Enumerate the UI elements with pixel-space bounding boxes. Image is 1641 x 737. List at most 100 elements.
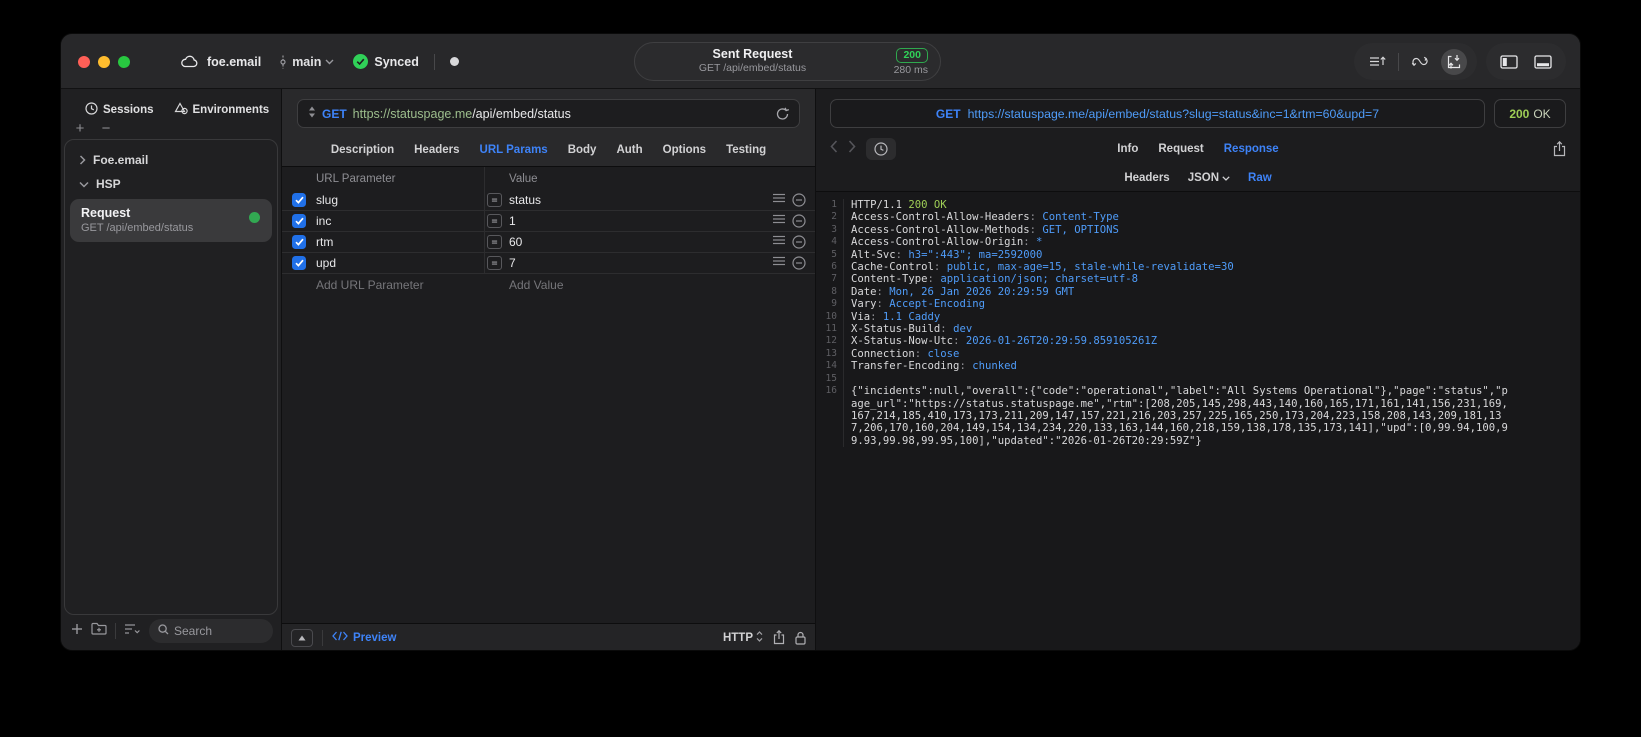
- response-body[interactable]: 1 HTTP/1.1 200 OK 2 Access-Control-Allow-He…: [816, 191, 1580, 650]
- param-enabled-checkbox[interactable]: [292, 256, 306, 270]
- close-window-button[interactable]: [78, 56, 90, 68]
- url-path: /api/embed/status: [472, 106, 571, 121]
- request-tab-description[interactable]: Description: [331, 144, 394, 156]
- request-url[interactable]: https://statuspage.me/api/embed/status: [353, 107, 571, 121]
- request-url-bar[interactable]: GET https://statuspage.me/api/embed/stat…: [297, 99, 800, 128]
- request-tab-url-params[interactable]: URL Params: [480, 144, 548, 156]
- row-options-icon[interactable]: [773, 214, 785, 228]
- row-options-icon[interactable]: [773, 193, 785, 207]
- preview-button[interactable]: Preview: [332, 631, 396, 644]
- method-selector-icon[interactable]: [308, 106, 316, 121]
- sidebar: Sessions Environments + − Foe.email HSP: [61, 89, 282, 650]
- param-name-field[interactable]: rtm: [316, 235, 484, 249]
- remove-session-button[interactable]: −: [99, 121, 113, 136]
- tab-sessions[interactable]: Sessions: [85, 102, 154, 118]
- remove-row-icon[interactable]: [792, 214, 806, 228]
- collapse-panel-button[interactable]: [291, 628, 313, 647]
- response-subtabs: Headers JSON Raw: [816, 164, 1580, 191]
- param-name-field[interactable]: slug: [316, 193, 484, 207]
- response-line: 8 Date: Mon, 26 Jan 2026 20:29:59 GMT: [816, 285, 1580, 299]
- sent-request-subtitle: GET /api/embed/status: [698, 62, 807, 74]
- add-session-button[interactable]: +: [73, 121, 87, 136]
- back-chevron-icon[interactable]: [830, 139, 838, 158]
- response-panel: GET https://statuspage.me/api/embed/stat…: [816, 89, 1580, 650]
- request-list-item-selected[interactable]: Request GET /api/embed/status: [70, 199, 272, 242]
- param-name-field[interactable]: inc: [316, 214, 484, 228]
- line-text: Content-Type: application/json; charset=…: [843, 273, 1580, 286]
- line-number: 10: [825, 310, 837, 322]
- request-list-icon[interactable]: [1364, 49, 1390, 75]
- request-method[interactable]: GET: [322, 107, 347, 121]
- add-request-icon[interactable]: [71, 622, 83, 640]
- sync-status[interactable]: Synced: [353, 54, 419, 69]
- protocol-selector[interactable]: HTTP: [723, 630, 763, 645]
- response-url: https://statuspage.me/api/embed/status?s…: [967, 106, 1380, 121]
- bottom-panel-icon[interactable]: [1530, 49, 1556, 75]
- remove-row-icon[interactable]: [792, 235, 806, 249]
- param-value-field[interactable]: = 60: [484, 232, 763, 252]
- zoom-window-button[interactable]: [118, 56, 130, 68]
- request-tab-testing[interactable]: Testing: [726, 144, 766, 156]
- request-tab-body[interactable]: Body: [568, 144, 597, 156]
- tree-item-hsp[interactable]: HSP: [65, 172, 277, 196]
- response-tab-info[interactable]: Info: [1117, 143, 1138, 155]
- response-line: 11 X-Status-Build: dev: [816, 323, 1580, 336]
- sync-loop-icon[interactable]: [1407, 49, 1433, 75]
- response-method: GET: [935, 106, 961, 121]
- param-name-field[interactable]: upd: [316, 256, 484, 270]
- add-url-parameter[interactable]: Add URL Parameter: [316, 278, 484, 292]
- success-status-dot: [249, 212, 260, 223]
- tree-item-foe-email[interactable]: Foe.email: [65, 148, 277, 172]
- remove-row-icon[interactable]: [792, 193, 806, 207]
- param-value-field[interactable]: = 1: [484, 211, 763, 231]
- main-content: Sessions Environments + − Foe.email HSP: [61, 89, 1580, 650]
- equals-icon: =: [487, 256, 502, 270]
- row-options-icon[interactable]: [773, 235, 785, 249]
- project-name[interactable]: foe.email: [207, 55, 261, 69]
- refresh-icon[interactable]: [776, 107, 789, 121]
- line-number: 2: [831, 211, 837, 223]
- branch-selector[interactable]: main: [278, 55, 334, 69]
- sort-list-icon[interactable]: [124, 622, 141, 640]
- param-enabled-checkbox[interactable]: [292, 193, 306, 207]
- new-folder-icon[interactable]: [91, 622, 107, 640]
- export-response-icon[interactable]: [1553, 140, 1566, 157]
- project-info: foe.email main Synced: [181, 34, 459, 89]
- response-status-text: OK: [1533, 106, 1551, 121]
- url-host: https://statuspage.me: [352, 106, 473, 121]
- request-tab-options[interactable]: Options: [663, 144, 706, 156]
- param-enabled-checkbox[interactable]: [292, 235, 306, 249]
- add-value[interactable]: Add Value: [484, 278, 763, 292]
- search-bar[interactable]: [149, 619, 273, 643]
- line-text: Via: 1.1 Caddy: [843, 310, 1580, 324]
- response-tab-request[interactable]: Request: [1158, 143, 1203, 155]
- minimize-window-button[interactable]: [98, 56, 110, 68]
- search-input[interactable]: [174, 624, 264, 638]
- forward-chevron-icon[interactable]: [848, 139, 856, 158]
- line-number: 11: [825, 323, 837, 335]
- sidebar-panel-icon[interactable]: [1496, 49, 1522, 75]
- response-tab-response[interactable]: Response: [1224, 143, 1279, 155]
- lock-icon[interactable]: [795, 631, 806, 645]
- toolbar-divider: [1398, 52, 1399, 71]
- response-line: 4 Access-Control-Allow-Origin: *: [816, 236, 1580, 249]
- row-options-icon[interactable]: [773, 256, 785, 270]
- response-subtab-raw[interactable]: Raw: [1248, 172, 1272, 184]
- tab-environments[interactable]: Environments: [173, 102, 269, 118]
- share-icon[interactable]: [773, 630, 785, 645]
- request-tab-auth[interactable]: Auth: [616, 144, 642, 156]
- remove-row-icon[interactable]: [792, 256, 806, 270]
- response-subtab-headers[interactable]: Headers: [1124, 172, 1169, 184]
- request-tab-headers[interactable]: Headers: [414, 144, 459, 156]
- import-export-icon[interactable]: [1441, 48, 1467, 75]
- sessions-tree: Foe.email HSP Request GET /api/embed/sta…: [64, 139, 278, 615]
- param-value-field[interactable]: = 7: [484, 253, 763, 273]
- history-clock-button[interactable]: [866, 137, 896, 160]
- line-text: Connection: close: [843, 347, 1580, 361]
- response-url-box[interactable]: GET https://statuspage.me/api/embed/stat…: [830, 99, 1485, 128]
- response-line: 6 Cache-Control: public, max-age=15, stal…: [816, 261, 1580, 274]
- response-subtab-json[interactable]: JSON: [1188, 172, 1230, 184]
- param-value-field[interactable]: = status: [484, 190, 763, 210]
- sent-request-pill[interactable]: Sent Request GET /api/embed/status 200 2…: [634, 42, 941, 81]
- param-enabled-checkbox[interactable]: [292, 214, 306, 228]
